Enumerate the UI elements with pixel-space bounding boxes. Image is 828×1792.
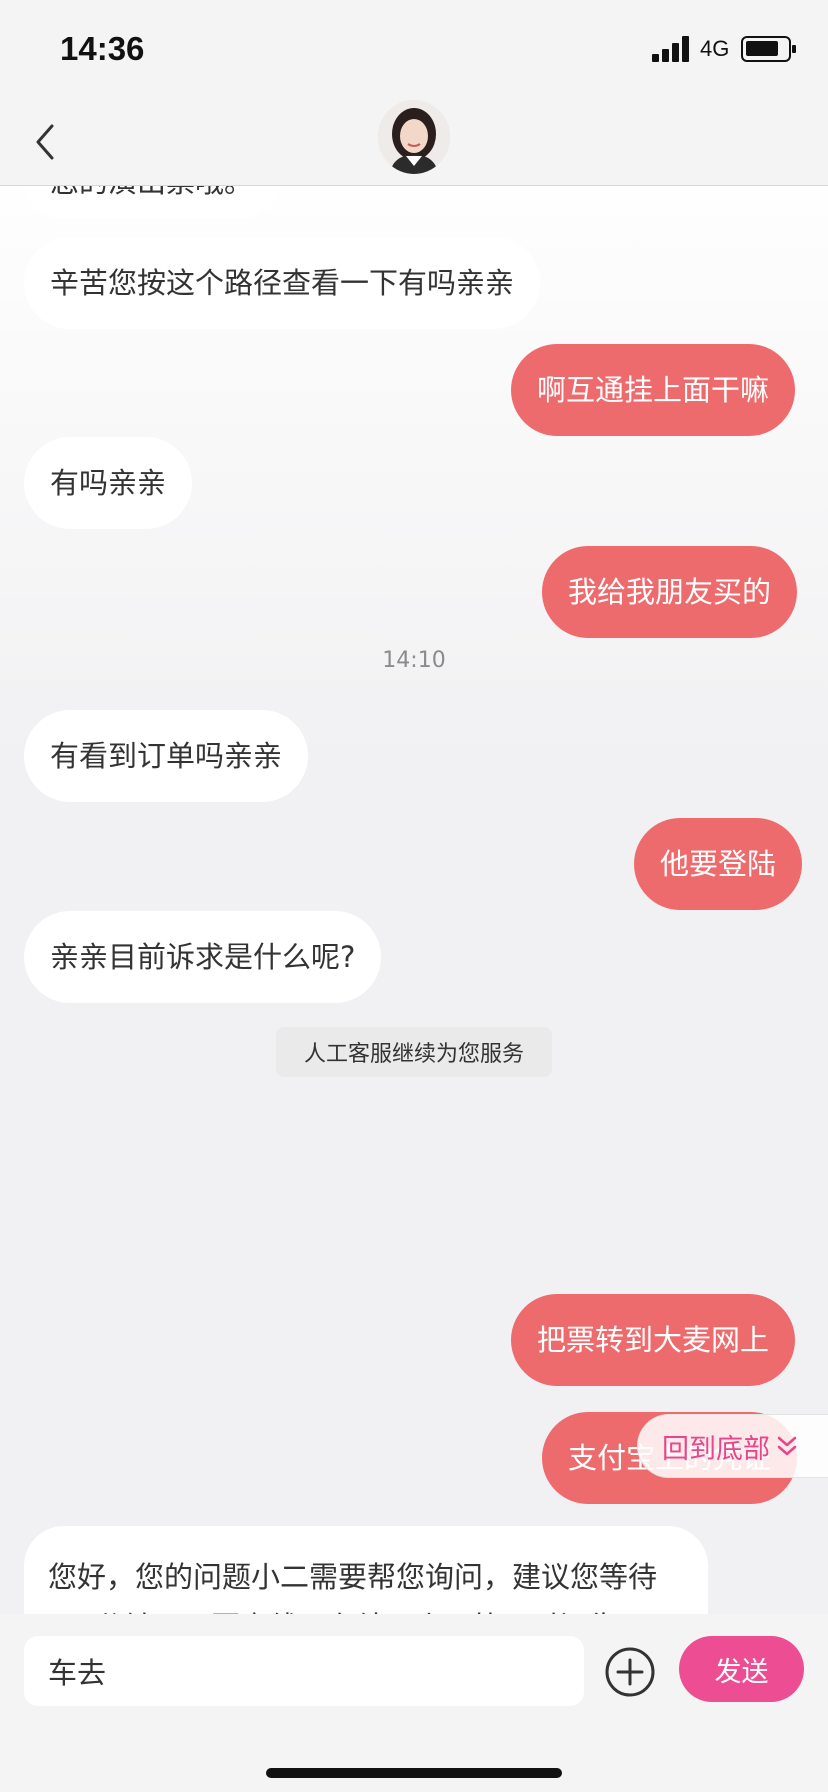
- message-bubble: 他要登陆: [634, 818, 803, 910]
- message-bubble: 您的演出票哦。: [24, 186, 280, 218]
- battery-icon: [741, 36, 796, 62]
- send-button[interactable]: 发送: [679, 1636, 804, 1702]
- network-type: 4G: [700, 36, 730, 61]
- input-bar: 车去 发送: [0, 1614, 828, 1792]
- message-bubble: 啊互通挂上面干嘛: [511, 344, 796, 436]
- message-bubble: 有吗亲亲: [24, 437, 193, 529]
- message-bubble: 我给我朋友买的: [542, 546, 798, 638]
- timestamp: 14:10: [382, 648, 446, 673]
- agent-avatar[interactable]: [378, 100, 450, 174]
- status-bar: 14:36 4G: [0, 0, 828, 100]
- signal-icon: [652, 36, 692, 62]
- chat-header: [0, 100, 828, 186]
- message-bubble: 亲亲目前诉求是什么呢?: [24, 911, 382, 1003]
- message-bubble: 有看到订单吗亲亲: [24, 710, 309, 802]
- message-input[interactable]: 车去: [24, 1636, 584, 1706]
- double-chevron-down-icon: [777, 1436, 797, 1456]
- status-time: 14:36: [60, 30, 145, 67]
- scroll-to-bottom-label: 回到底部: [662, 1433, 770, 1465]
- scroll-to-bottom-button[interactable]: 回到底部: [637, 1414, 828, 1478]
- system-notice: 人工客服继续为您服务: [276, 1027, 552, 1077]
- message-bubble: 把票转到大麦网上: [511, 1294, 796, 1386]
- home-indicator[interactable]: [266, 1768, 562, 1778]
- message-bubble: 您好，您的问题小二需要帮您询问，建议您等待2-3分钟，不要离线，有结果小二第一时…: [24, 1526, 708, 1614]
- plus-circle-icon[interactable]: [604, 1646, 656, 1698]
- chevron-left-icon[interactable]: [28, 120, 68, 164]
- message-list[interactable]: 您的演出票哦。 辛苦您按这个路径查看一下有吗亲亲 啊互通挂上面干嘛 有吗亲亲 我…: [0, 186, 828, 1614]
- message-bubble: 辛苦您按这个路径查看一下有吗亲亲: [24, 237, 541, 329]
